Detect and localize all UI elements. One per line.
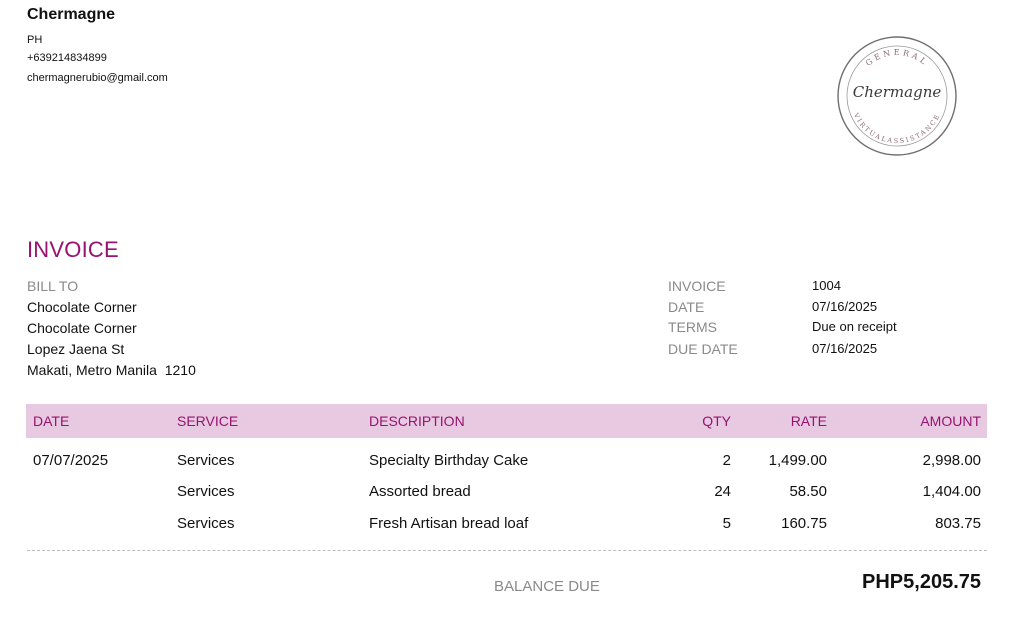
company-email: chermagnerubio@gmail.com bbox=[27, 72, 168, 84]
cell-date: 07/07/2025 bbox=[33, 452, 109, 469]
bill-to-label: BILL TO bbox=[27, 278, 79, 294]
invoice-number-value: 1004 bbox=[812, 278, 841, 293]
cell-amount: 1,404.00 bbox=[922, 483, 981, 500]
due-date-label: DUE DATE bbox=[668, 341, 738, 357]
cell-description: Specialty Birthday Cake bbox=[369, 452, 529, 469]
company-name: Chermagne bbox=[27, 6, 116, 23]
bill-to-line: Makati, Metro Manila 1210 bbox=[27, 362, 196, 378]
column-header-service: SERVICE bbox=[177, 413, 239, 429]
invoice-title: INVOICE bbox=[27, 237, 119, 262]
company-phone: +639214834899 bbox=[27, 52, 107, 64]
cell-qty: 2 bbox=[722, 452, 731, 469]
cell-rate: 160.75 bbox=[781, 515, 827, 532]
bill-to-line: Lopez Jaena St bbox=[27, 341, 125, 357]
svg-text:VIRTUALASSISTANCE: VIRTUALASSISTANCE bbox=[851, 111, 942, 145]
balance-due-value: PHP5,205.75 bbox=[862, 571, 981, 593]
cell-rate: 58.50 bbox=[789, 483, 827, 500]
bill-to-line: Chocolate Corner bbox=[27, 299, 137, 315]
invoice-number-label: INVOICE bbox=[668, 278, 726, 294]
balance-due-label: BALANCE DUE bbox=[494, 578, 600, 595]
bill-to-line: Chocolate Corner bbox=[27, 320, 137, 336]
cell-qty: 24 bbox=[714, 483, 731, 500]
cell-description: Assorted bread bbox=[369, 483, 471, 500]
cell-qty: 5 bbox=[722, 515, 731, 532]
cell-amount: 803.75 bbox=[935, 515, 981, 532]
column-header-rate: RATE bbox=[790, 413, 827, 429]
column-header-amount: AMOUNT bbox=[920, 413, 981, 429]
company-logo: GENERAL VIRTUALASSISTANCE Chermagne bbox=[837, 36, 957, 156]
svg-text:GENERAL: GENERAL bbox=[864, 48, 930, 68]
dashed-divider bbox=[27, 550, 987, 551]
cell-service: Services bbox=[177, 452, 235, 469]
cell-service: Services bbox=[177, 483, 235, 500]
invoice-date-label: DATE bbox=[668, 299, 705, 315]
cell-rate: 1,499.00 bbox=[768, 452, 827, 469]
company-country: PH bbox=[27, 34, 43, 46]
column-header-qty: QTY bbox=[702, 413, 731, 429]
terms-label: TERMS bbox=[668, 319, 717, 335]
cell-description: Fresh Artisan bread loaf bbox=[369, 515, 529, 532]
svg-text:Chermagne: Chermagne bbox=[853, 83, 942, 101]
due-date-value: 07/16/2025 bbox=[812, 341, 878, 356]
column-header-description: DESCRIPTION bbox=[369, 413, 465, 429]
cell-amount: 2,998.00 bbox=[922, 452, 981, 469]
column-header-date: DATE bbox=[33, 413, 70, 429]
terms-value: Due on receipt bbox=[812, 319, 897, 334]
invoice-date-value: 07/16/2025 bbox=[812, 299, 878, 314]
cell-service: Services bbox=[177, 515, 235, 532]
